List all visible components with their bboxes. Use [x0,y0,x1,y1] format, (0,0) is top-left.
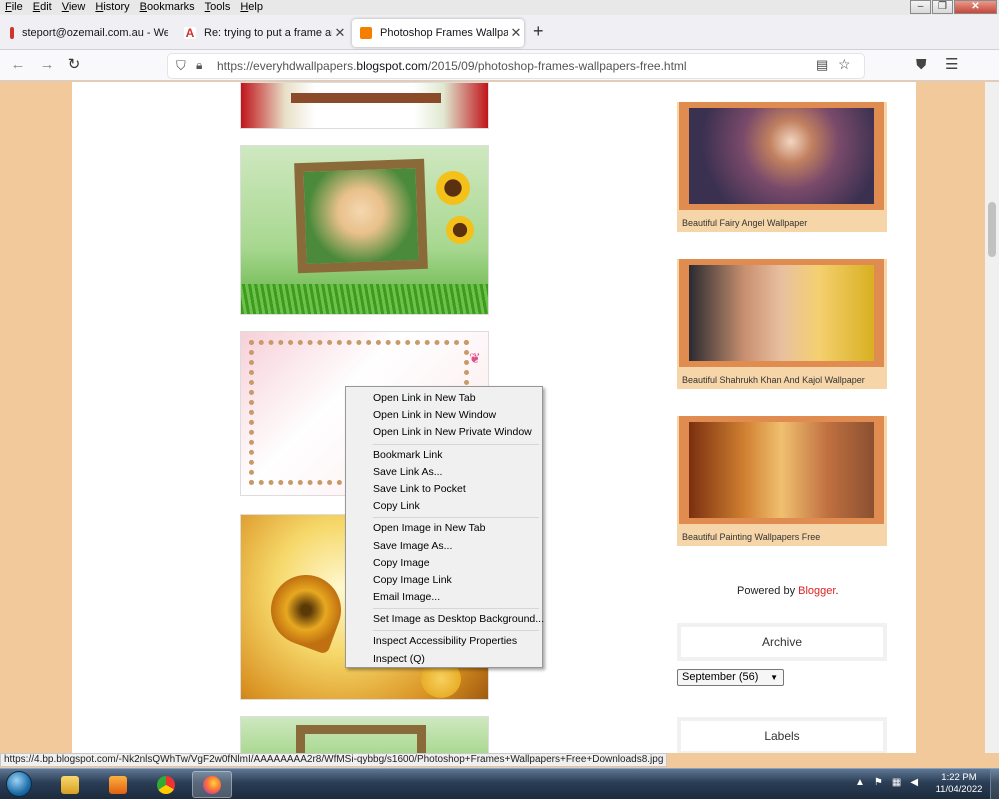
chevron-down-icon: ▼ [770,673,778,682]
system-tray: ▲ ⚑ ▦ ◀ [855,777,918,788]
forward-icon[interactable]: → [37,55,57,75]
reload-icon[interactable]: ↻ [64,55,84,75]
link-status-url: https://4.bp.blogspot.com/-Nk2nlsQWhTw/V… [0,753,668,767]
menu-open-link-private-window[interactable]: Open Link in New Private Window [346,424,542,441]
start-button[interactable] [6,771,32,797]
webmail-favicon-icon [10,27,14,39]
clock-date: 11/04/2022 [935,784,983,795]
menu-save-image-as[interactable]: Save Image As... [346,538,542,555]
new-tab-button[interactable]: + [533,21,544,42]
powered-by-text: Powered by Blogger. [737,585,839,597]
tab-title: steport@ozemail.com.au - Web [22,27,168,39]
fairy-angel-thumbnail[interactable] [689,108,874,204]
close-tab-icon[interactable]: ✕ [332,25,348,41]
restore-button[interactable]: ❐ [932,0,953,14]
tab-photoshop-frames[interactable]: Photoshop Frames Wallpapers F ✕ [352,19,524,47]
sidebar-card-painting[interactable]: Beautiful Painting Wallpapers Free [677,416,887,546]
volume-icon[interactable]: ◀ [910,777,918,788]
folder-icon [61,775,79,794]
reader-view-icon[interactable]: ▤ [816,57,828,73]
menu-set-desktop-background[interactable]: Set Image as Desktop Background... [346,611,544,628]
clock-time: 1:22 PM [941,772,977,783]
show-desktop-button[interactable] [990,769,999,799]
context-menu: Open Link in New Tab Open Link in New Wi… [345,386,544,668]
file-explorer-taskbar-button[interactable] [50,771,90,798]
menu-tools[interactable]: Tools [200,0,236,15]
card-caption[interactable]: Beautiful Shahrukh Khan And Kajol Wallpa… [682,375,865,385]
back-icon[interactable]: ← [8,55,28,75]
windows-taskbar: ▲ ⚑ ▦ ◀ 1:22 PM 11/04/2022 [0,768,999,799]
wallpaper-image-roses[interactable] [240,82,489,129]
menu-inspect[interactable]: Inspect (Q) [346,651,542,668]
menu-inspect-accessibility[interactable]: Inspect Accessibility Properties [346,633,542,650]
menu-history[interactable]: History [90,0,134,15]
menu-bookmarks[interactable]: Bookmarks [135,0,200,15]
menu-view[interactable]: View [57,0,91,15]
close-tab-icon[interactable]: ✕ [508,25,524,41]
menu-separator [373,517,539,519]
lock-icon[interactable]: 🔒︎ [196,58,202,73]
blogger-link[interactable]: Blogger [798,585,835,597]
tab-bar: steport@ozemail.com.au - Web A Re: tryin… [0,15,999,50]
archive-widget-title: Archive [677,623,887,661]
menu-file[interactable]: File [0,0,28,15]
navigation-bar: ← → ↻ ⛉ 🔒︎ https://everyhdwallpapers.blo… [0,50,999,81]
url-bar[interactable]: ⛉ 🔒︎ https://everyhdwallpapers.blogspot.… [168,54,864,78]
menu-copy-link[interactable]: Copy Link [346,498,542,515]
blogger-favicon-icon [360,27,372,39]
menu-open-image-new-tab[interactable]: Open Image in New Tab [346,520,542,537]
menu-save-link-as[interactable]: Save Link As... [346,464,542,481]
chrome-icon [157,775,175,794]
wallpaper-image-garden-frame-2[interactable] [240,716,489,753]
minimize-button[interactable]: – [910,0,931,14]
scrollbar-thumb[interactable] [988,202,996,257]
card-caption[interactable]: Beautiful Fairy Angel Wallpaper [682,218,807,228]
tab-title: Re: trying to put a frame around [204,27,332,39]
show-hidden-icons-icon[interactable]: ▲ [855,777,865,788]
chrome-taskbar-button[interactable] [146,771,186,798]
menu-help[interactable]: Help [235,0,268,15]
bookmark-star-icon[interactable]: ☆ [838,56,851,73]
menu-separator [373,608,539,610]
adobe-favicon-icon: A [184,26,196,40]
media-player-icon [109,775,127,794]
shahrukh-kajol-thumbnail[interactable] [689,265,874,361]
menu-email-image[interactable]: Email Image... [346,589,542,606]
labels-widget-title: Labels [677,717,887,753]
menu-open-link-new-window[interactable]: Open Link in New Window [346,407,542,424]
menu-open-link-new-tab[interactable]: Open Link in New Tab [346,390,542,407]
wallpaper-image-garden-frame[interactable] [240,145,489,315]
pocket-icon[interactable]: ⛊ [916,56,927,73]
tracking-shield-icon[interactable]: ⛉ [176,58,186,74]
action-center-flag-icon[interactable]: ⚑ [874,777,883,788]
firefox-icon [203,775,221,794]
menu-separator [373,443,539,445]
url-text[interactable]: https://everyhdwallpapers.blogspot.com/2… [217,59,687,73]
menu-bookmark-link[interactable]: Bookmark Link [346,447,542,464]
vertical-scrollbar[interactable] [985,82,999,753]
card-caption[interactable]: Beautiful Painting Wallpapers Free [682,532,820,542]
menu-save-link-to-pocket[interactable]: Save Link to Pocket [346,481,542,498]
butterfly-icon: ❦ [469,350,481,366]
menu-copy-image[interactable]: Copy Image [346,555,542,572]
archive-select[interactable]: September (56) ▼ [677,669,784,686]
media-player-taskbar-button[interactable] [98,771,138,798]
sidebar-card-fairy-angel[interactable]: Beautiful Fairy Angel Wallpaper [677,102,887,232]
menu-bar: File Edit View History Bookmarks Tools H… [0,0,999,15]
close-window-button[interactable]: ✕ [954,0,997,14]
tab-webmail[interactable]: steport@ozemail.com.au - Web [2,19,168,47]
app-menu-icon[interactable]: ☰ [945,55,958,73]
menu-edit[interactable]: Edit [28,0,57,15]
window-controls: – ❐ ✕ [909,0,997,14]
menu-separator [373,630,539,632]
tab-title: Photoshop Frames Wallpapers F [380,27,508,39]
sidebar-card-shahrukh-kajol[interactable]: Beautiful Shahrukh Khan And Kajol Wallpa… [677,259,887,389]
painting-thumbnail[interactable] [689,422,874,518]
network-icon[interactable]: ▦ [892,777,901,788]
taskbar-clock[interactable]: 1:22 PM 11/04/2022 [934,772,984,796]
menu-copy-image-link[interactable]: Copy Image Link [346,572,542,589]
tab-adobe-forum[interactable]: A Re: trying to put a frame around ✕ [176,19,348,47]
firefox-taskbar-button[interactable] [192,771,232,798]
